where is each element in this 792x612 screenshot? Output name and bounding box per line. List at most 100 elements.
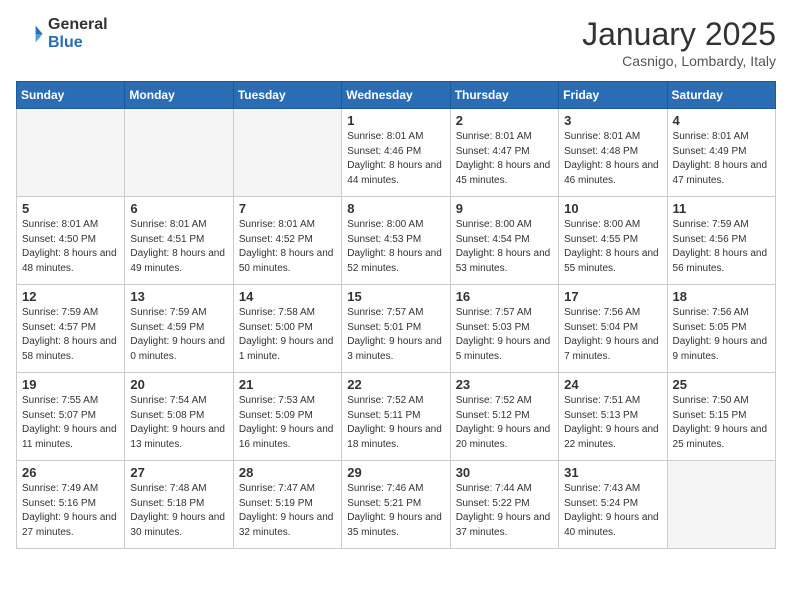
day-info: Sunrise: 8:01 AM Sunset: 4:47 PM Dayligh… <box>456 130 553 188</box>
day-number: 27 <box>130 465 227 480</box>
calendar-cell <box>233 109 341 197</box>
day-info: Sunrise: 7:49 AM Sunset: 5:16 PM Dayligh… <box>22 482 119 540</box>
day-number: 19 <box>22 377 119 392</box>
calendar-cell: 26 Sunrise: 7:49 AM Sunset: 5:16 PM Dayli… <box>17 461 125 549</box>
day-info: Sunrise: 7:43 AM Sunset: 5:24 PM Dayligh… <box>564 482 661 540</box>
calendar-week-row: 19 Sunrise: 7:55 AM Sunset: 5:07 PM Dayli… <box>17 373 776 461</box>
calendar-cell: 7 Sunrise: 8:01 AM Sunset: 4:52 PM Daylig… <box>233 197 341 285</box>
weekday-header: Thursday <box>450 82 558 109</box>
day-number: 1 <box>347 113 444 128</box>
calendar-cell <box>125 109 233 197</box>
day-number: 12 <box>22 289 119 304</box>
title-area: January 2025 Casnigo, Lombardy, Italy <box>582 16 776 69</box>
calendar-cell: 3 Sunrise: 8:01 AM Sunset: 4:48 PM Daylig… <box>559 109 667 197</box>
day-number: 7 <box>239 201 336 216</box>
day-number: 31 <box>564 465 661 480</box>
day-number: 25 <box>673 377 770 392</box>
day-number: 16 <box>456 289 553 304</box>
day-info: Sunrise: 7:44 AM Sunset: 5:22 PM Dayligh… <box>456 482 553 540</box>
day-info: Sunrise: 7:57 AM Sunset: 5:01 PM Dayligh… <box>347 306 444 364</box>
day-number: 5 <box>22 201 119 216</box>
calendar-cell: 11 Sunrise: 7:59 AM Sunset: 4:56 PM Dayli… <box>667 197 775 285</box>
calendar-cell <box>667 461 775 549</box>
day-info: Sunrise: 7:51 AM Sunset: 5:13 PM Dayligh… <box>564 394 661 452</box>
calendar-cell: 14Sunrise: 7:58 AM Sunset: 5:00 PM Dayli… <box>233 285 341 373</box>
calendar-cell: 23 Sunrise: 7:52 AM Sunset: 5:12 PM Dayli… <box>450 373 558 461</box>
day-number: 21 <box>239 377 336 392</box>
calendar-cell: 12 Sunrise: 7:59 AM Sunset: 4:57 PM Dayli… <box>17 285 125 373</box>
day-info: Sunrise: 7:59 AM Sunset: 4:59 PM Dayligh… <box>130 306 227 364</box>
day-info: Sunrise: 8:00 AM Sunset: 4:53 PM Dayligh… <box>347 218 444 276</box>
day-number: 9 <box>456 201 553 216</box>
day-info: Sunrise: 7:55 AM Sunset: 5:07 PM Dayligh… <box>22 394 119 452</box>
day-info: Sunrise: 7:54 AM Sunset: 5:08 PM Dayligh… <box>130 394 227 452</box>
day-info: Sunrise: 7:46 AM Sunset: 5:21 PM Dayligh… <box>347 482 444 540</box>
calendar-cell: 29 Sunrise: 7:46 AM Sunset: 5:21 PM Dayli… <box>342 461 450 549</box>
calendar-cell: 25 Sunrise: 7:50 AM Sunset: 5:15 PM Dayli… <box>667 373 775 461</box>
day-info: Sunrise: 7:48 AM Sunset: 5:18 PM Dayligh… <box>130 482 227 540</box>
logo: General Blue <box>16 16 108 51</box>
calendar-cell: 2 Sunrise: 8:01 AM Sunset: 4:47 PM Daylig… <box>450 109 558 197</box>
calendar-week-row: 5Sunrise: 8:01 AM Sunset: 4:50 PM Daylig… <box>17 197 776 285</box>
day-info: Sunrise: 7:57 AM Sunset: 5:03 PM Dayligh… <box>456 306 553 364</box>
calendar-cell: 18Sunrise: 7:56 AM Sunset: 5:05 PM Dayli… <box>667 285 775 373</box>
calendar-body: 1Sunrise: 8:01 AM Sunset: 4:46 PM Daylig… <box>17 109 776 549</box>
header-row: SundayMondayTuesdayWednesdayThursdayFrid… <box>17 82 776 109</box>
day-info: Sunrise: 7:53 AM Sunset: 5:09 PM Dayligh… <box>239 394 336 452</box>
day-number: 26 <box>22 465 119 480</box>
calendar-cell: 31 Sunrise: 7:43 AM Sunset: 5:24 PM Dayli… <box>559 461 667 549</box>
day-number: 3 <box>564 113 661 128</box>
day-number: 6 <box>130 201 227 216</box>
calendar-week-row: 12 Sunrise: 7:59 AM Sunset: 4:57 PM Dayli… <box>17 285 776 373</box>
header: General Blue January 2025 Casnigo, Lomba… <box>16 16 776 69</box>
calendar-cell: 13 Sunrise: 7:59 AM Sunset: 4:59 PM Dayli… <box>125 285 233 373</box>
day-info: Sunrise: 8:01 AM Sunset: 4:48 PM Dayligh… <box>564 130 661 188</box>
day-info: Sunrise: 7:50 AM Sunset: 5:15 PM Dayligh… <box>673 394 770 452</box>
calendar-cell: 16 Sunrise: 7:57 AM Sunset: 5:03 PM Dayli… <box>450 285 558 373</box>
day-number: 23 <box>456 377 553 392</box>
day-number: 30 <box>456 465 553 480</box>
day-number: 29 <box>347 465 444 480</box>
calendar-cell: 21 Sunrise: 7:53 AM Sunset: 5:09 PM Dayli… <box>233 373 341 461</box>
calendar-cell: 27 Sunrise: 7:48 AM Sunset: 5:18 PM Dayli… <box>125 461 233 549</box>
calendar-cell: 24 Sunrise: 7:51 AM Sunset: 5:13 PM Dayli… <box>559 373 667 461</box>
day-info: Sunrise: 8:01 AM Sunset: 4:52 PM Dayligh… <box>239 218 336 276</box>
day-number: 18 <box>673 289 770 304</box>
day-number: 24 <box>564 377 661 392</box>
calendar-cell: 6 Sunrise: 8:01 AM Sunset: 4:51 PM Daylig… <box>125 197 233 285</box>
day-info: Sunrise: 8:01 AM Sunset: 4:49 PM Dayligh… <box>673 130 770 188</box>
weekday-header: Sunday <box>17 82 125 109</box>
calendar-cell: 15 Sunrise: 7:57 AM Sunset: 5:01 PM Dayli… <box>342 285 450 373</box>
day-info: Sunrise: 8:00 AM Sunset: 4:54 PM Dayligh… <box>456 218 553 276</box>
day-info: Sunrise: 7:59 AM Sunset: 4:56 PM Dayligh… <box>673 218 770 276</box>
calendar-cell: 1Sunrise: 8:01 AM Sunset: 4:46 PM Daylig… <box>342 109 450 197</box>
day-number: 10 <box>564 201 661 216</box>
day-number: 2 <box>456 113 553 128</box>
day-number: 11 <box>673 201 770 216</box>
day-number: 22 <box>347 377 444 392</box>
day-info: Sunrise: 7:56 AM Sunset: 5:04 PM Dayligh… <box>564 306 661 364</box>
day-info: Sunrise: 7:52 AM Sunset: 5:12 PM Dayligh… <box>456 394 553 452</box>
day-number: 8 <box>347 201 444 216</box>
day-number: 28 <box>239 465 336 480</box>
day-info: Sunrise: 7:58 AM Sunset: 5:00 PM Dayligh… <box>239 306 336 364</box>
day-number: 20 <box>130 377 227 392</box>
weekday-header: Wednesday <box>342 82 450 109</box>
calendar-cell: 30 Sunrise: 7:44 AM Sunset: 5:22 PM Dayli… <box>450 461 558 549</box>
calendar-cell: 20 Sunrise: 7:54 AM Sunset: 5:08 PM Dayli… <box>125 373 233 461</box>
logo-blue-text: Blue <box>48 34 108 52</box>
calendar-header: SundayMondayTuesdayWednesdayThursdayFrid… <box>17 82 776 109</box>
day-number: 15 <box>347 289 444 304</box>
weekday-header: Friday <box>559 82 667 109</box>
logo-general-text: General <box>48 16 108 34</box>
day-number: 13 <box>130 289 227 304</box>
day-number: 17 <box>564 289 661 304</box>
calendar-title: January 2025 <box>582 16 776 53</box>
weekday-header: Saturday <box>667 82 775 109</box>
day-info: Sunrise: 7:59 AM Sunset: 4:57 PM Dayligh… <box>22 306 119 364</box>
day-info: Sunrise: 8:01 AM Sunset: 4:51 PM Dayligh… <box>130 218 227 276</box>
day-info: Sunrise: 7:47 AM Sunset: 5:19 PM Dayligh… <box>239 482 336 540</box>
calendar-week-row: 26 Sunrise: 7:49 AM Sunset: 5:16 PM Dayli… <box>17 461 776 549</box>
calendar-week-row: 1Sunrise: 8:01 AM Sunset: 4:46 PM Daylig… <box>17 109 776 197</box>
calendar-cell: 5Sunrise: 8:01 AM Sunset: 4:50 PM Daylig… <box>17 197 125 285</box>
